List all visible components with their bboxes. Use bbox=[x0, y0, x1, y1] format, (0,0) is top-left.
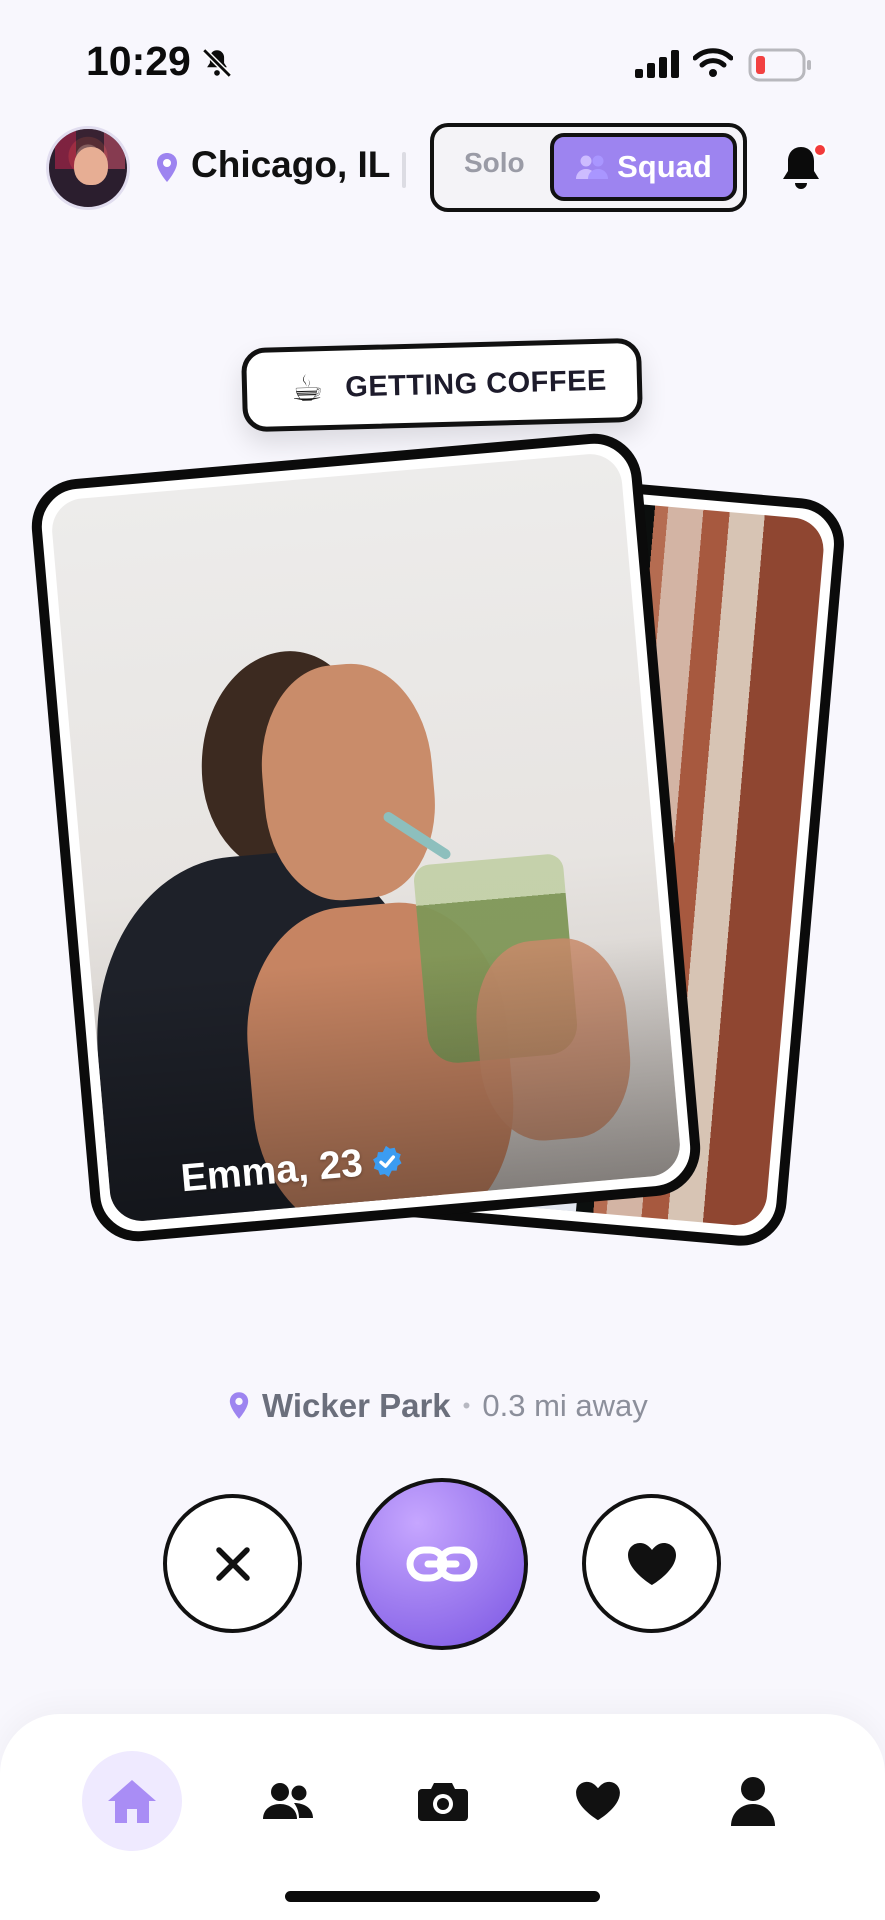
group-icon bbox=[576, 155, 609, 179]
mode-solo-option[interactable]: Solo bbox=[464, 147, 525, 179]
signal-icon bbox=[635, 50, 679, 78]
mode-squad-option[interactable]: Squad bbox=[550, 133, 737, 201]
mode-squad-label: Squad bbox=[617, 149, 712, 184]
activity-chip: ☕ GETTING COFFEE bbox=[240, 337, 644, 433]
avatar[interactable] bbox=[46, 126, 130, 210]
battery-icon bbox=[748, 48, 811, 82]
pass-button[interactable] bbox=[163, 1494, 302, 1633]
neighborhood-label: Wicker Park bbox=[262, 1387, 451, 1424]
like-button[interactable] bbox=[582, 1494, 721, 1633]
verified-badge-icon bbox=[373, 1145, 402, 1177]
city-label[interactable]: Chicago, IL bbox=[191, 144, 390, 186]
home-icon bbox=[108, 1780, 156, 1823]
bell-slash-icon bbox=[202, 48, 232, 78]
profile-location: Wicker Park • 0.3 mi away bbox=[228, 1384, 648, 1428]
profile-photo: Emma, 23 bbox=[49, 451, 683, 1224]
activity-label: GETTING COFFEE bbox=[344, 364, 608, 404]
status-time: 10:29 bbox=[86, 38, 191, 84]
location-pin-icon bbox=[229, 1392, 249, 1419]
mode-toggle: Solo Squad bbox=[430, 123, 747, 212]
profile-card[interactable]: Emma, 23 bbox=[27, 429, 705, 1246]
tab-bar bbox=[0, 1714, 885, 1920]
link-icon bbox=[406, 1546, 478, 1582]
home-indicator[interactable] bbox=[285, 1891, 600, 1902]
separator-dot: • bbox=[462, 1393, 471, 1418]
tab-profile[interactable] bbox=[703, 1751, 803, 1851]
profile-icon bbox=[731, 1777, 775, 1826]
distance-label: 0.3 mi away bbox=[482, 1388, 648, 1423]
notification-badge bbox=[813, 143, 827, 157]
tab-likes[interactable] bbox=[548, 1751, 648, 1851]
heart-icon bbox=[576, 1781, 620, 1821]
header-divider bbox=[402, 152, 406, 188]
tab-home[interactable] bbox=[82, 1751, 182, 1851]
wifi-icon bbox=[693, 48, 733, 77]
close-icon bbox=[215, 1546, 250, 1581]
coffee-icon: ☕ bbox=[290, 367, 324, 410]
location-pin-icon bbox=[157, 153, 177, 182]
tab-friends[interactable] bbox=[238, 1751, 338, 1851]
tab-camera[interactable] bbox=[393, 1751, 493, 1851]
connect-button[interactable] bbox=[356, 1478, 528, 1650]
camera-icon bbox=[418, 1783, 468, 1821]
heart-icon bbox=[627, 1542, 676, 1585]
friends-icon bbox=[263, 1783, 313, 1819]
